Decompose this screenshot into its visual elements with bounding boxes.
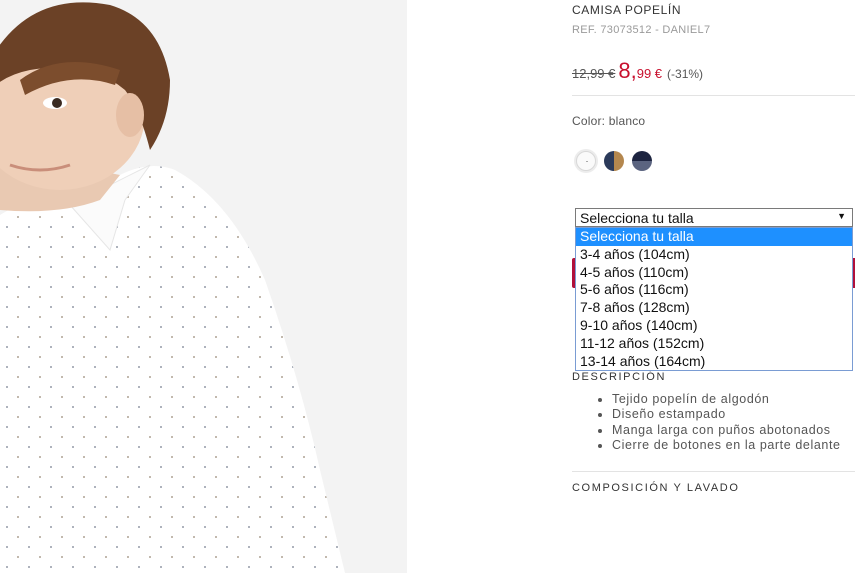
size-option[interactable]: 7-8 años (128cm) bbox=[576, 299, 852, 317]
product-image bbox=[0, 0, 407, 573]
chevron-down-icon[interactable]: ▼ bbox=[837, 211, 846, 221]
size-option[interactable]: Selecciona tu talla bbox=[576, 228, 852, 246]
size-option[interactable]: 9-10 años (140cm) bbox=[576, 317, 852, 335]
color-label: Color: blanco bbox=[572, 114, 646, 128]
size-dropdown-list: Selecciona tu talla 3-4 años (104cm) 4-5… bbox=[575, 227, 853, 372]
new-price-integer: 8, bbox=[618, 58, 637, 83]
swatch-blanco[interactable] bbox=[576, 151, 596, 171]
swatch-marino[interactable] bbox=[632, 151, 652, 171]
product-title: CAMISA POPELÍN bbox=[572, 3, 682, 17]
discount-badge: (-31%) bbox=[667, 67, 704, 81]
size-option[interactable]: 13-14 años (164cm) bbox=[576, 353, 852, 371]
composition-heading[interactable]: COMPOSICIÓN Y LAVADO bbox=[572, 482, 740, 494]
swatch-marino-camel[interactable] bbox=[604, 151, 624, 171]
size-option[interactable]: 3-4 años (104cm) bbox=[576, 246, 852, 264]
size-option[interactable]: 11-12 años (152cm) bbox=[576, 335, 852, 353]
description-heading[interactable]: DESCRIPCIÓN bbox=[572, 371, 666, 383]
size-select-value: Selecciona tu talla bbox=[580, 210, 694, 226]
list-item: Tejido popelín de algodón bbox=[612, 392, 841, 407]
new-price: 8, 99 € bbox=[618, 58, 662, 84]
old-price: 12,99 € bbox=[572, 66, 616, 81]
list-item: Diseño estampado bbox=[612, 407, 841, 422]
list-item: Cierre de botones en la parte delante bbox=[612, 438, 841, 453]
description-list: Tejido popelín de algodón Diseño estampa… bbox=[592, 392, 841, 453]
divider bbox=[572, 471, 855, 472]
size-option[interactable]: 4-5 años (110cm) bbox=[576, 264, 852, 282]
product-reference: REF. 73073512 - DANIEL7 bbox=[572, 24, 711, 36]
divider bbox=[572, 95, 855, 96]
color-swatches bbox=[576, 151, 652, 171]
size-select[interactable]: Selecciona tu talla ▼ bbox=[575, 208, 853, 227]
list-item: Manga larga con puños abotonados bbox=[612, 423, 841, 438]
new-price-decimals: 99 € bbox=[636, 66, 663, 81]
price-row: 12,99 € 8, 99 € (-31%) bbox=[572, 58, 703, 84]
size-option[interactable]: 5-6 años (116cm) bbox=[576, 281, 852, 299]
